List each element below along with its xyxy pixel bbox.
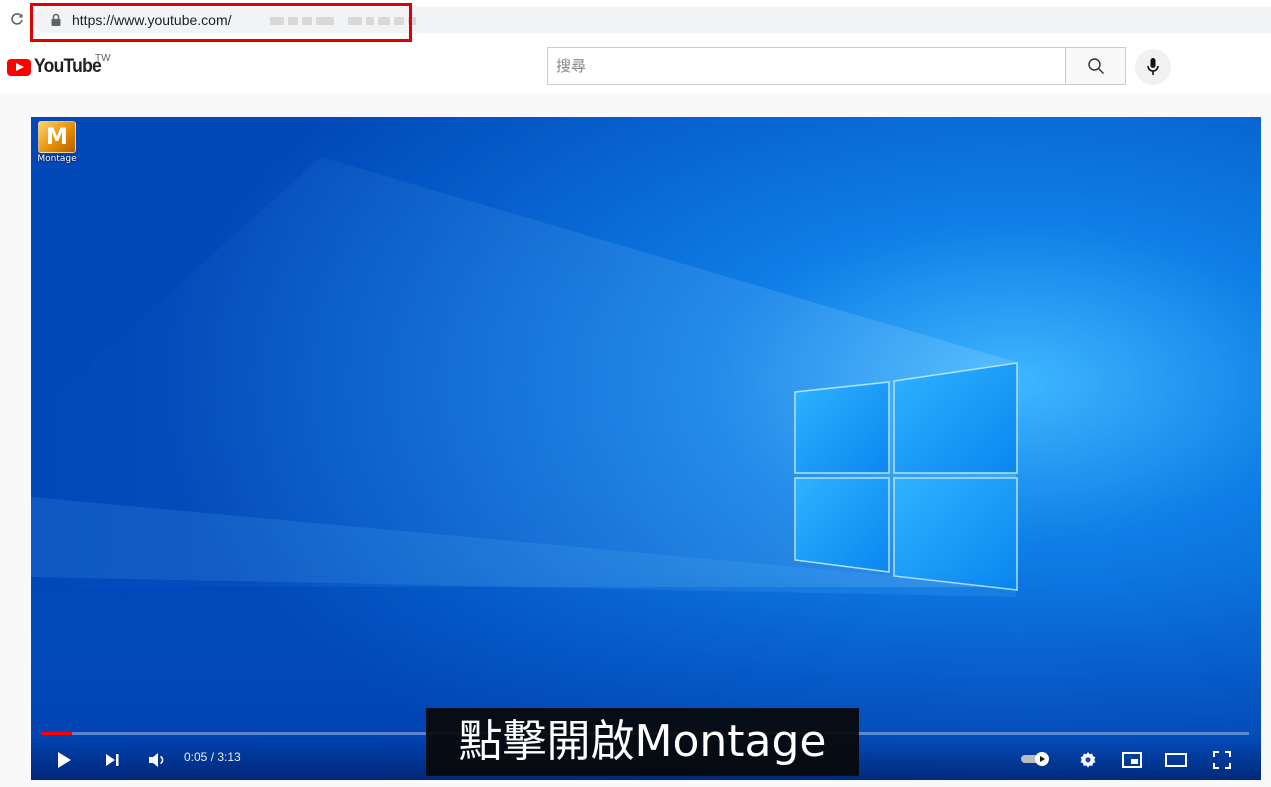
volume-icon: [149, 753, 164, 767]
url-highlight-box: [30, 3, 412, 42]
search-button[interactable]: [1065, 47, 1126, 85]
reload-icon[interactable]: [8, 10, 26, 28]
browser-toolbar: https://www.youtube.com/: [0, 0, 1271, 42]
autoplay-toggle[interactable]: [1019, 749, 1055, 769]
montage-app-icon: M: [38, 121, 76, 153]
video-subtitle: 點擊開啟Montage: [426, 708, 859, 776]
miniplayer-icon: [1122, 752, 1142, 768]
miniplayer-button[interactable]: [1119, 747, 1145, 773]
youtube-logo[interactable]: YouTube: [7, 56, 107, 78]
next-button[interactable]: [99, 747, 125, 773]
next-icon: [106, 754, 119, 766]
play-button[interactable]: [51, 747, 77, 773]
youtube-header: YouTube TW: [0, 44, 1271, 92]
autoplay-toggle-icon: [1021, 752, 1049, 766]
montage-icon-label: Montage: [37, 154, 77, 164]
search-box: [547, 47, 1065, 85]
montage-desktop-icon: M Montage: [35, 121, 79, 167]
voice-search-button[interactable]: [1135, 49, 1171, 85]
youtube-play-logo-icon: [7, 58, 31, 76]
video-player[interactable]: M Montage 0:05 / 3:13 點擊開啟Montage: [31, 117, 1261, 780]
fullscreen-button[interactable]: [1209, 747, 1235, 773]
microphone-icon: [1147, 58, 1159, 75]
volume-button[interactable]: [144, 747, 170, 773]
time-display: 0:05 / 3:13: [184, 750, 241, 764]
theater-mode-icon: [1165, 753, 1187, 767]
fullscreen-icon: [1213, 751, 1231, 769]
theater-mode-button[interactable]: [1163, 747, 1189, 773]
settings-button[interactable]: [1075, 747, 1101, 773]
play-icon: [58, 752, 71, 768]
progress-bar-played: [41, 732, 73, 735]
search-icon: [1087, 58, 1104, 74]
search-input[interactable]: [548, 48, 1065, 84]
settings-icon: [1080, 752, 1096, 768]
country-code: TW: [95, 53, 111, 64]
video-frame-windows-wallpaper: [31, 117, 1261, 780]
youtube-wordmark: YouTube: [34, 56, 102, 77]
